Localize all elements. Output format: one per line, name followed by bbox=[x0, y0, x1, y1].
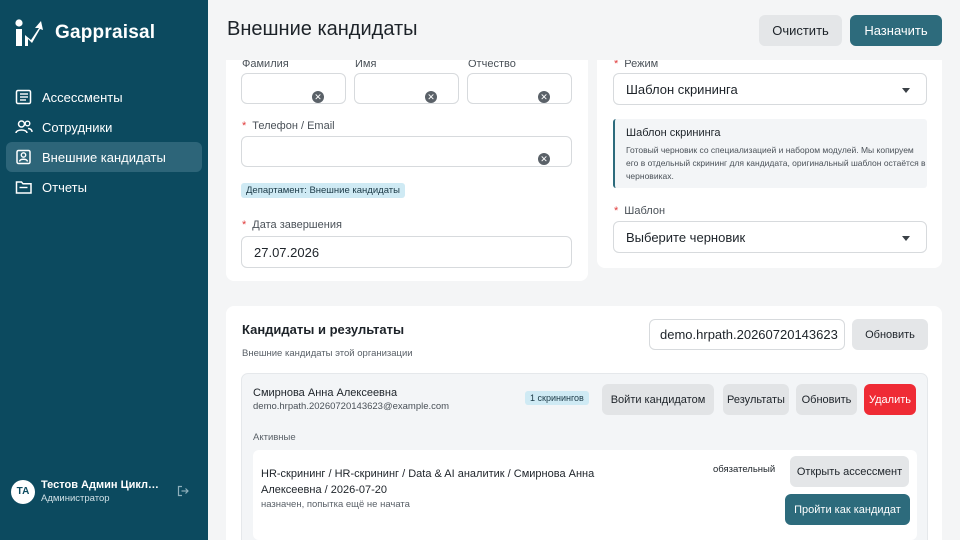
clear-icon[interactable]: ✕ bbox=[425, 91, 437, 103]
results-card: Кандидаты и результаты Внешние кандидаты… bbox=[226, 306, 942, 540]
user-name: Тестов Админ Цикловой bbox=[41, 479, 163, 491]
chevron-down-icon bbox=[902, 88, 910, 93]
sidebar: Gappraisal Ассессменты Сотрудники Внешни… bbox=[0, 0, 208, 540]
candidate-card: Смирнова Анна Алексеевна demo.hrpath.202… bbox=[241, 373, 928, 540]
template-info-box: Шаблон скрининга Готовый черновик со спе… bbox=[613, 119, 927, 188]
candidate-email: demo.hrpath.20260720143623@example.com bbox=[253, 401, 450, 412]
info-title: Шаблон скрининга bbox=[626, 127, 721, 139]
page-header: Внешние кандидаты Очистить Назначить bbox=[208, 0, 960, 60]
results-button[interactable]: Результаты bbox=[723, 384, 789, 415]
sidebar-item-external-candidates[interactable]: Внешние кандидаты bbox=[6, 142, 202, 172]
mode-card: * Режим Шаблон скрининга Шаблон скрининга… bbox=[597, 40, 942, 268]
due-date-input[interactable]: 27.07.2026 bbox=[241, 236, 572, 268]
first-name-input[interactable] bbox=[354, 73, 459, 104]
assessment-title: HR-скрининг / HR-скрининг / Data & AI ан… bbox=[261, 468, 595, 496]
sidebar-item-label: Отчеты bbox=[42, 179, 87, 195]
contact-input[interactable] bbox=[241, 136, 572, 167]
delete-candidate-button[interactable]: Удалить bbox=[864, 384, 916, 415]
mode-select[interactable]: Шаблон скрининга bbox=[613, 73, 927, 105]
department-chip: Департамент: Внешние кандидаты bbox=[241, 183, 405, 198]
sidebar-item-assessments[interactable]: Ассессменты bbox=[6, 82, 202, 112]
sidebar-item-reports[interactable]: Отчеты bbox=[6, 172, 202, 202]
assign-button[interactable]: Назначить bbox=[850, 15, 942, 46]
sidebar-item-employees[interactable]: Сотрудники bbox=[6, 112, 202, 142]
users-icon bbox=[15, 120, 33, 134]
last-name-input[interactable] bbox=[241, 73, 346, 104]
logo-icon bbox=[15, 19, 43, 46]
results-title: Кандидаты и результаты bbox=[242, 322, 405, 337]
clipboard-list-icon bbox=[15, 89, 32, 105]
patronymic-input[interactable] bbox=[467, 73, 572, 104]
contact-label: * Телефон / Email bbox=[242, 120, 335, 132]
refresh-candidate-button[interactable]: Обновить bbox=[796, 384, 857, 415]
id-card-icon bbox=[16, 149, 31, 165]
clear-icon[interactable]: ✕ bbox=[312, 91, 324, 103]
sidebar-item-label: Внешние кандидаты bbox=[42, 149, 166, 165]
user-profile[interactable]: ТА Тестов Админ Цикловой Администратор bbox=[11, 479, 201, 504]
template-label: * Шаблон bbox=[614, 205, 666, 217]
results-subtitle: Внешние кандидаты этой организации bbox=[242, 348, 413, 359]
app-name: Gappraisal bbox=[55, 22, 156, 43]
app-logo[interactable]: Gappraisal bbox=[14, 18, 155, 48]
sidebar-item-label: Сотрудники bbox=[42, 119, 113, 135]
login-as-candidate-button[interactable]: Войти кандидатом bbox=[602, 384, 714, 415]
screenings-count-badge: 1 скринингов bbox=[525, 391, 589, 405]
sidebar-item-label: Ассессменты bbox=[42, 89, 123, 105]
logout-icon[interactable] bbox=[177, 485, 189, 497]
refresh-list-button[interactable]: Обновить bbox=[852, 319, 928, 350]
assessment-status: назначен, попытка ещё не начата bbox=[261, 499, 410, 510]
clear-button[interactable]: Очистить bbox=[759, 15, 842, 46]
info-text: Готовый черновик со специализацией и наб… bbox=[626, 145, 926, 181]
sidebar-nav: Ассессменты Сотрудники Внешние кандидаты… bbox=[6, 82, 202, 202]
clear-icon[interactable]: ✕ bbox=[538, 91, 550, 103]
candidate-name: Смирнова Анна Алексеевна bbox=[253, 387, 398, 399]
folder-icon bbox=[15, 181, 32, 194]
avatar: ТА bbox=[11, 479, 35, 504]
active-section-label: Активные bbox=[253, 432, 296, 443]
take-as-candidate-button[interactable]: Пройти как кандидат bbox=[785, 494, 910, 525]
open-assessment-button[interactable]: Открыть ассессмент bbox=[790, 456, 909, 487]
user-role: Администратор bbox=[41, 493, 110, 504]
main-content: Фамилия Имя Отчество ✕ ✕ ✕ * Телефон / Em… bbox=[208, 0, 960, 540]
due-date-label: * Дата завершения bbox=[242, 219, 342, 231]
required-label: обязательный bbox=[713, 464, 776, 475]
candidate-search-input[interactable]: demo.hrpath.20260720143623 bbox=[649, 319, 845, 350]
candidate-form-card: Фамилия Имя Отчество ✕ ✕ ✕ * Телефон / Em… bbox=[226, 40, 588, 281]
chevron-down-icon bbox=[902, 236, 910, 241]
template-select[interactable]: Выберите черновик bbox=[613, 221, 927, 253]
clear-icon[interactable]: ✕ bbox=[538, 153, 550, 165]
assessment-item: HR-скрининг / HR-скрининг / Data & AI ан… bbox=[253, 450, 917, 540]
page-title: Внешние кандидаты bbox=[227, 18, 418, 40]
